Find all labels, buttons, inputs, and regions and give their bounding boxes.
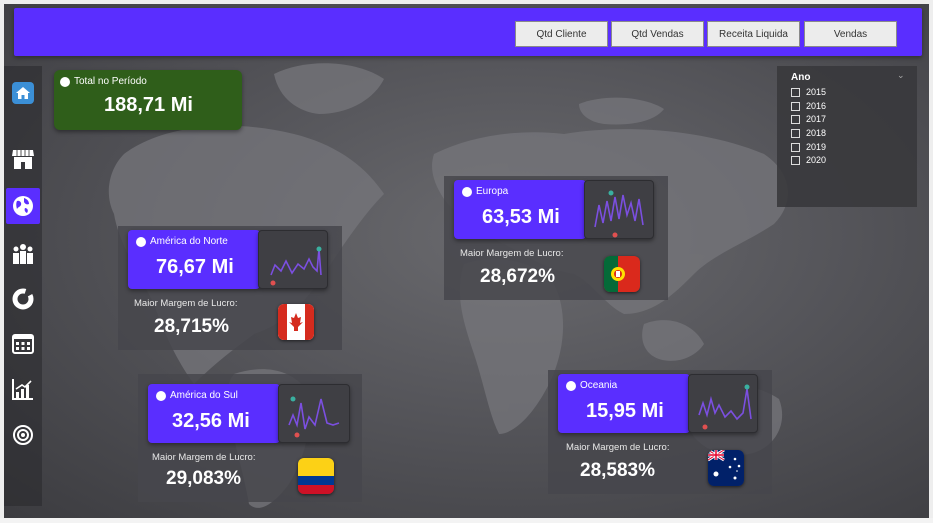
sparkline-chart	[258, 230, 328, 289]
sparkline-chart	[278, 384, 350, 443]
year-label: 2020	[806, 155, 827, 165]
region-value: 32,56 Mi	[172, 410, 250, 432]
australia-flag-icon	[708, 450, 744, 486]
margin-value: 28,715%	[154, 316, 230, 337]
region-name: América do Norte	[150, 236, 228, 247]
region-name: Europa	[476, 186, 509, 197]
region-title: Europa	[462, 186, 509, 197]
checkbox[interactable]	[791, 142, 800, 152]
checkbox[interactable]	[791, 128, 800, 138]
bullet-icon	[136, 236, 146, 247]
year-filter-title: Ano	[791, 72, 811, 83]
region-value: 63,53 Mi	[482, 206, 560, 228]
people-icon[interactable]	[10, 241, 36, 267]
qtd-cliente-button[interactable]: Qtd Cliente	[515, 21, 608, 47]
target-icon[interactable]	[10, 422, 36, 448]
margin-value: 28,672%	[480, 266, 556, 287]
colombia-flag-icon	[298, 458, 334, 494]
year-label: 2018	[806, 128, 827, 138]
chevron-down-icon[interactable]: ⌄	[897, 70, 905, 81]
home-icon[interactable]	[10, 80, 36, 106]
margin-label: Maior Margem de Lucro:	[134, 298, 238, 309]
year-label: 2016	[806, 101, 827, 111]
bullet-icon	[60, 76, 70, 87]
margin-label: Maior Margem de Lucro:	[460, 248, 564, 259]
region-value: 76,67 Mi	[156, 256, 234, 278]
region-title: América do Norte	[136, 236, 228, 247]
region-kpi-card: Oceania 15,95 Mi	[558, 374, 690, 433]
region-kpi-card: América do Norte 76,67 Mi	[128, 230, 260, 289]
checkbox[interactable]	[791, 114, 800, 124]
margin-label: Maior Margem de Lucro:	[152, 452, 256, 463]
donut-chart-icon[interactable]	[10, 286, 36, 312]
region-title: América do Sul	[156, 390, 238, 401]
year-option[interactable]: 2018	[791, 128, 826, 138]
sparkline-chart	[688, 374, 758, 433]
year-filter-slicer: Ano ⌄ 2015 2016 2017 2018 2019 2020	[777, 66, 917, 207]
margin-value: 29,083%	[166, 468, 242, 489]
margin-label: Maior Margem de Lucro:	[566, 442, 670, 453]
year-option[interactable]: 2019	[791, 142, 826, 152]
region-kpi-card: América do Sul 32,56 Mi	[148, 384, 280, 443]
region-name: Oceania	[580, 380, 618, 391]
portugal-flag-icon	[604, 256, 640, 292]
region-panel-south-america: América do Sul 32,56 Mi Maior Margem de …	[138, 374, 362, 502]
globe-icon[interactable]	[6, 188, 40, 224]
checkbox[interactable]	[791, 101, 800, 111]
checkbox[interactable]	[791, 87, 800, 97]
bar-chart-icon[interactable]	[10, 376, 36, 402]
region-value: 15,95 Mi	[586, 400, 664, 422]
total-period-value: 188,71 Mi	[104, 94, 193, 116]
bullet-icon	[566, 380, 576, 391]
region-panel-europe: Europa 63,53 Mi Maior Margem de Lucro: 2…	[444, 176, 668, 300]
region-name: América do Sul	[170, 390, 238, 401]
margin-value: 28,583%	[580, 460, 656, 481]
bullet-icon	[156, 390, 166, 401]
sidebar	[4, 66, 42, 506]
region-panel-north-america: América do Norte 76,67 Mi Maior Margem d…	[118, 226, 342, 350]
receita-liquida-button[interactable]: Receita Liquida	[707, 21, 800, 47]
total-period-label: Total no Período	[74, 76, 147, 87]
region-title: Oceania	[566, 380, 618, 391]
sparkline-chart	[584, 180, 654, 239]
checkbox[interactable]	[791, 155, 800, 165]
top-navigation-bar: Qtd Cliente Qtd Vendas Receita Liquida V…	[14, 8, 922, 56]
region-kpi-card: Europa 63,53 Mi	[454, 180, 586, 239]
qtd-vendas-button[interactable]: Qtd Vendas	[611, 21, 704, 47]
year-option[interactable]: 2017	[791, 114, 826, 124]
vendas-button[interactable]: Vendas	[804, 21, 897, 47]
store-icon[interactable]	[10, 146, 36, 172]
bottom-strip	[0, 518, 933, 523]
bullet-icon	[462, 186, 472, 197]
year-label: 2019	[806, 142, 827, 152]
total-period-card: Total no Período 188,71 Mi	[54, 70, 242, 130]
year-label: 2017	[806, 114, 827, 124]
calendar-icon[interactable]	[10, 330, 36, 356]
year-option[interactable]: 2015	[791, 87, 826, 97]
year-label: 2015	[806, 87, 827, 97]
canada-flag-icon	[278, 304, 314, 340]
year-option[interactable]: 2020	[791, 155, 826, 165]
region-panel-oceania: Oceania 15,95 Mi Maior Margem de Lucro: …	[548, 370, 772, 494]
dashboard-canvas: Qtd Cliente Qtd Vendas Receita Liquida V…	[4, 4, 929, 518]
year-option[interactable]: 2016	[791, 101, 826, 111]
total-period-title: Total no Período	[60, 76, 147, 87]
